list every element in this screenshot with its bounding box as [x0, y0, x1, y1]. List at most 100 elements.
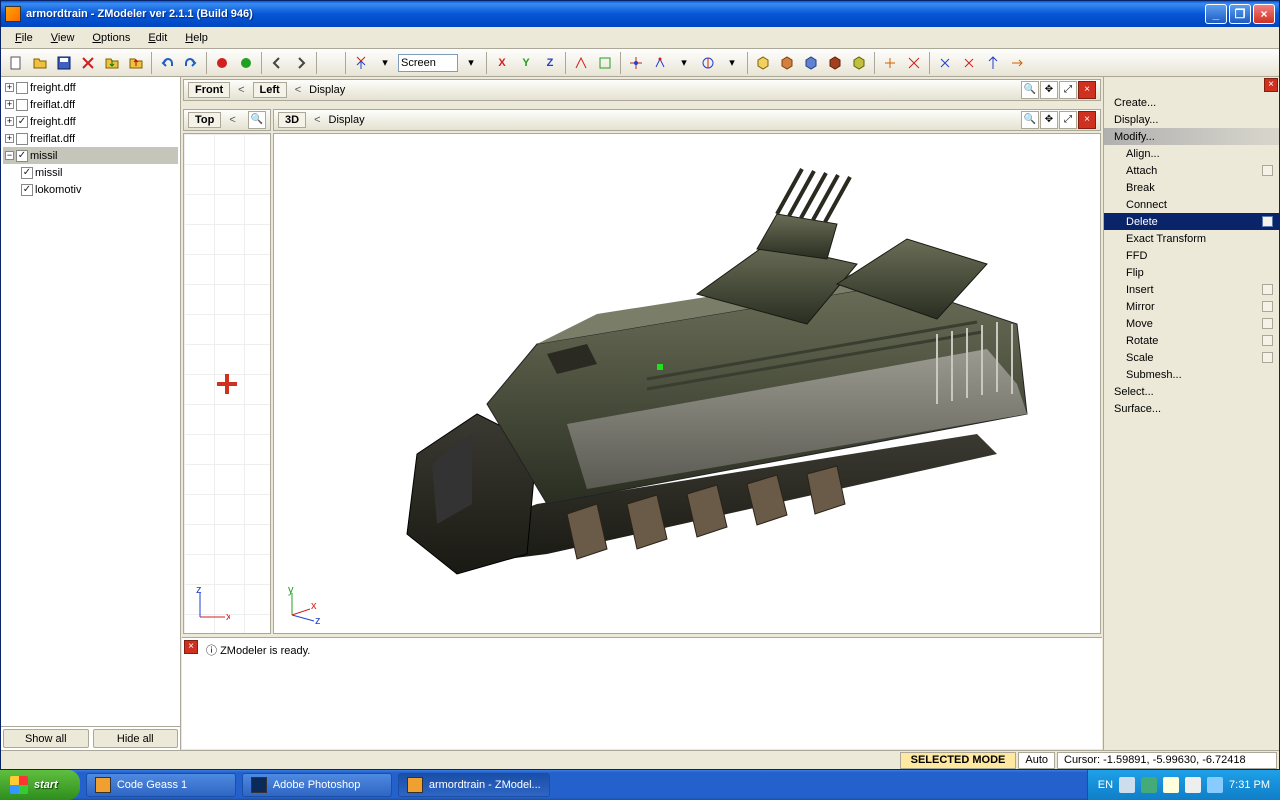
- axis-z-button[interactable]: Z: [539, 52, 561, 74]
- vp-fit-icon[interactable]: ⤢: [1059, 111, 1077, 129]
- cmd-modify[interactable]: Modify...: [1104, 128, 1279, 145]
- mod1-icon[interactable]: [879, 52, 901, 74]
- cube4-icon[interactable]: [824, 52, 846, 74]
- cmd-break[interactable]: Break: [1104, 179, 1279, 196]
- cmd-ffd[interactable]: FFD: [1104, 247, 1279, 264]
- display-label[interactable]: Display: [329, 114, 365, 126]
- tree-item-selected[interactable]: −✓missil: [3, 147, 178, 164]
- cmd-create[interactable]: Create...: [1104, 94, 1279, 111]
- dropdown2-icon[interactable]: ▾: [460, 52, 482, 74]
- tree-item[interactable]: ✓lokomotiv: [3, 181, 178, 198]
- snap3-icon[interactable]: [982, 52, 1004, 74]
- redo-icon[interactable]: [180, 52, 202, 74]
- snap2-icon[interactable]: [958, 52, 980, 74]
- cmd-move[interactable]: Move: [1104, 315, 1279, 332]
- back-icon[interactable]: [266, 52, 288, 74]
- tool-e-icon[interactable]: ▾: [673, 52, 695, 74]
- vp-zoom-icon[interactable]: 🔍: [1021, 111, 1039, 129]
- vp-close-icon[interactable]: ×: [1078, 81, 1096, 99]
- log-close-icon[interactable]: ×: [184, 640, 198, 654]
- tray-icon[interactable]: [1119, 777, 1135, 793]
- cmd-attach[interactable]: Attach: [1104, 162, 1279, 179]
- new-icon[interactable]: [5, 52, 27, 74]
- menu-file[interactable]: File: [7, 30, 41, 46]
- menu-help[interactable]: Help: [177, 30, 216, 46]
- delete-icon[interactable]: [77, 52, 99, 74]
- tree-item[interactable]: ✓missil: [3, 164, 178, 181]
- mod2-icon[interactable]: [903, 52, 925, 74]
- export-icon[interactable]: [125, 52, 147, 74]
- dropdown-icon[interactable]: ▾: [374, 52, 396, 74]
- viewport-top-canvas[interactable]: xz: [183, 133, 271, 634]
- tool-f-icon[interactable]: [697, 52, 719, 74]
- axis-y-button[interactable]: Y: [515, 52, 537, 74]
- tree-item[interactable]: +freiflat.dff: [3, 130, 178, 147]
- cmd-flip[interactable]: Flip: [1104, 264, 1279, 281]
- cmd-rotate[interactable]: Rotate: [1104, 332, 1279, 349]
- cmd-scale[interactable]: Scale: [1104, 349, 1279, 366]
- cmd-exact-transform[interactable]: Exact Transform: [1104, 230, 1279, 247]
- viewport-front-label[interactable]: Front: [188, 82, 230, 98]
- taskbar-item-active[interactable]: armordtrain - ZModel...: [398, 773, 550, 797]
- tool-c-icon[interactable]: [625, 52, 647, 74]
- tray-icon[interactable]: [1141, 777, 1157, 793]
- tool-g-icon[interactable]: ▾: [721, 52, 743, 74]
- tray-icon[interactable]: [1207, 777, 1223, 793]
- minimize-button[interactable]: _: [1205, 4, 1227, 24]
- collapse-icon[interactable]: <: [291, 84, 305, 96]
- cmd-delete[interactable]: Delete: [1104, 213, 1279, 230]
- snap4-icon[interactable]: [1006, 52, 1028, 74]
- cmd-align[interactable]: Align...: [1104, 145, 1279, 162]
- tool-a-icon[interactable]: [570, 52, 592, 74]
- cmd-submesh[interactable]: Submesh...: [1104, 366, 1279, 383]
- collapse-icon[interactable]: <: [234, 84, 248, 96]
- cmd-mirror[interactable]: Mirror: [1104, 298, 1279, 315]
- collapse-icon[interactable]: <: [310, 114, 324, 126]
- close-button[interactable]: ×: [1253, 4, 1275, 24]
- display-label[interactable]: Display: [309, 84, 345, 96]
- vp-zoom-icon[interactable]: 🔍: [1021, 81, 1039, 99]
- menu-edit[interactable]: Edit: [140, 30, 175, 46]
- tree-item[interactable]: +freight.dff: [3, 79, 178, 96]
- vp-close-icon[interactable]: ×: [1078, 111, 1096, 129]
- undo-icon[interactable]: [156, 52, 178, 74]
- viewport-top-label[interactable]: Top: [188, 112, 221, 128]
- cube3-icon[interactable]: [800, 52, 822, 74]
- cube5-icon[interactable]: [848, 52, 870, 74]
- forward-icon[interactable]: [290, 52, 312, 74]
- cmd-select[interactable]: Select...: [1104, 383, 1279, 400]
- menu-options[interactable]: Options: [84, 30, 138, 46]
- collapse-icon[interactable]: <: [225, 114, 239, 126]
- taskbar-item[interactable]: Adobe Photoshop: [242, 773, 392, 797]
- menu-view[interactable]: View: [43, 30, 83, 46]
- record-icon[interactable]: [211, 52, 233, 74]
- language-indicator[interactable]: EN: [1098, 779, 1113, 791]
- tray-icon[interactable]: [1185, 777, 1201, 793]
- cmd-connect[interactable]: Connect: [1104, 196, 1279, 213]
- show-all-button[interactable]: Show all: [3, 729, 89, 748]
- viewport-3d-label[interactable]: 3D: [278, 112, 306, 128]
- vp-fit-icon[interactable]: ⤢: [1059, 81, 1077, 99]
- start-button[interactable]: start: [0, 770, 80, 800]
- play-icon[interactable]: [235, 52, 257, 74]
- space-select[interactable]: [398, 54, 458, 72]
- tree-item[interactable]: +freiflat.dff: [3, 96, 178, 113]
- cmd-surface[interactable]: Surface...: [1104, 400, 1279, 417]
- tray-icon[interactable]: [1163, 777, 1179, 793]
- cube1-icon[interactable]: [752, 52, 774, 74]
- hide-all-button[interactable]: Hide all: [93, 729, 179, 748]
- cmd-insert[interactable]: Insert: [1104, 281, 1279, 298]
- maximize-button[interactable]: ❐: [1229, 4, 1251, 24]
- scene-tree[interactable]: +freight.dff +freiflat.dff +✓freight.dff…: [1, 77, 180, 726]
- system-tray[interactable]: EN 7:31 PM: [1087, 770, 1280, 800]
- tool-d-icon[interactable]: [649, 52, 671, 74]
- snap1-icon[interactable]: [934, 52, 956, 74]
- import-icon[interactable]: [101, 52, 123, 74]
- save-icon[interactable]: [53, 52, 75, 74]
- cube2-icon[interactable]: [776, 52, 798, 74]
- tool-b-icon[interactable]: [594, 52, 616, 74]
- clock[interactable]: 7:31 PM: [1229, 779, 1270, 791]
- open-icon[interactable]: [29, 52, 51, 74]
- tree-item[interactable]: +✓freight.dff: [3, 113, 178, 130]
- taskbar-item[interactable]: Code Geass 1: [86, 773, 236, 797]
